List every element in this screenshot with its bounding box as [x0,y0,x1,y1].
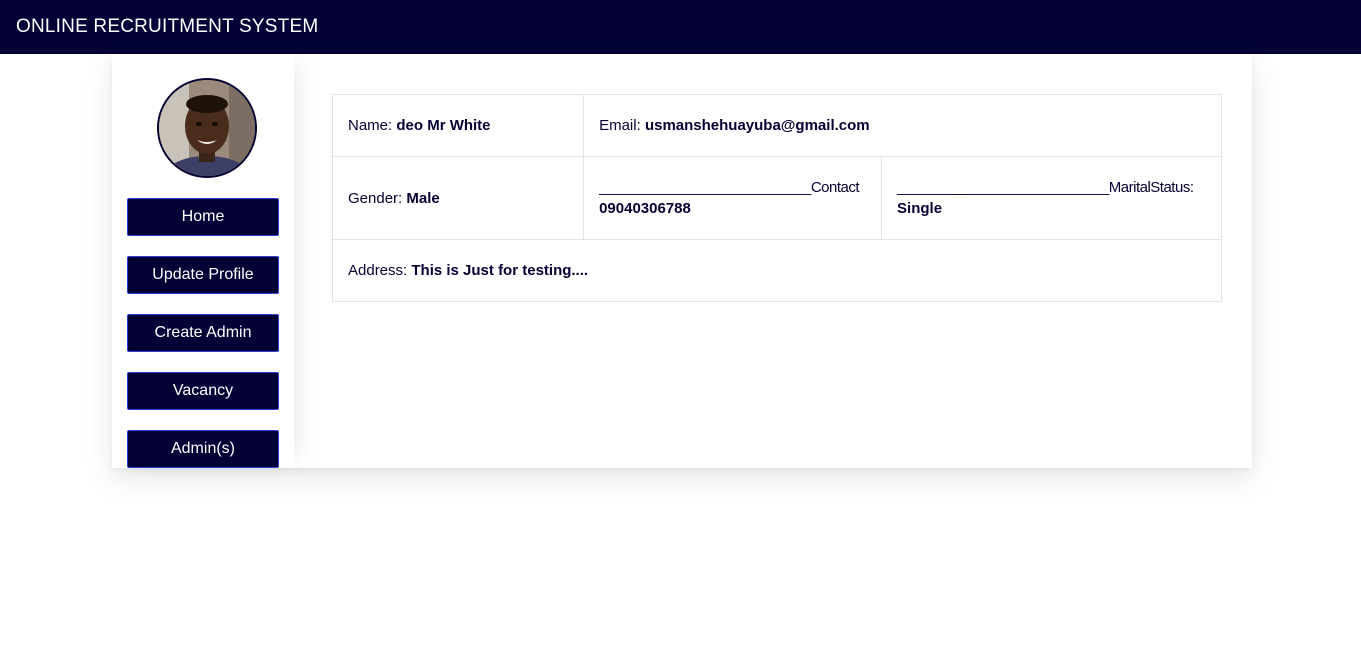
gender-label: Gender: [348,189,407,207]
email-label: Email: [599,117,645,134]
vacancy-button[interactable]: Vacancy [127,372,279,410]
create-admin-button[interactable]: Create Admin [127,314,279,352]
marital-status-label: ___________________________MaritalStatus… [897,179,1194,196]
sidebar: Home Update Profile Create Admin Vacancy… [112,54,294,468]
address-cell: Address: This is Just for testing.... [332,239,1222,302]
marital-status-cell: ___________________________MaritalStatus… [881,156,1222,240]
name-label: Name: [348,117,397,134]
update-profile-button[interactable]: Update Profile [127,256,279,294]
table-row: Gender: Male ___________________________… [331,156,1222,240]
table-row: Address: This is Just for testing.... [332,239,1222,302]
name-cell: Name: deo Mr White [331,94,585,157]
email-cell: Email: usmanshehuayuba@gmail.com [583,94,1222,157]
profile-card: Home Update Profile Create Admin Vacancy… [112,54,1252,468]
email-value: usmanshehuayuba@gmail.com [644,117,870,134]
name-value: deo Mr White [396,117,491,134]
table-row: Name: deo Mr White Email: usmanshehuayub… [331,94,1222,157]
gender-cell: Gender: Male [331,156,585,240]
gender-value: Male [406,189,440,207]
contact-label: ___________________________Contact [599,179,860,196]
marital-status-value: Single [897,200,943,217]
address-value: This is Just for testing.... [411,262,589,279]
avatar [157,78,257,178]
contact-cell: ___________________________Contact 09040… [583,156,883,240]
user-photo-icon [159,80,255,176]
top-navbar: ONLINE RECRUITMENT SYSTEM [0,0,1361,54]
admins-button[interactable]: Admin(s) [127,430,279,468]
home-button[interactable]: Home [127,198,279,236]
app-title[interactable]: ONLINE RECRUITMENT SYSTEM [16,16,318,38]
address-label: Address: [348,262,412,279]
profile-details-table: Name: deo Mr White Email: usmanshehuayub… [331,94,1222,302]
contact-value: 09040306788 [599,200,691,217]
